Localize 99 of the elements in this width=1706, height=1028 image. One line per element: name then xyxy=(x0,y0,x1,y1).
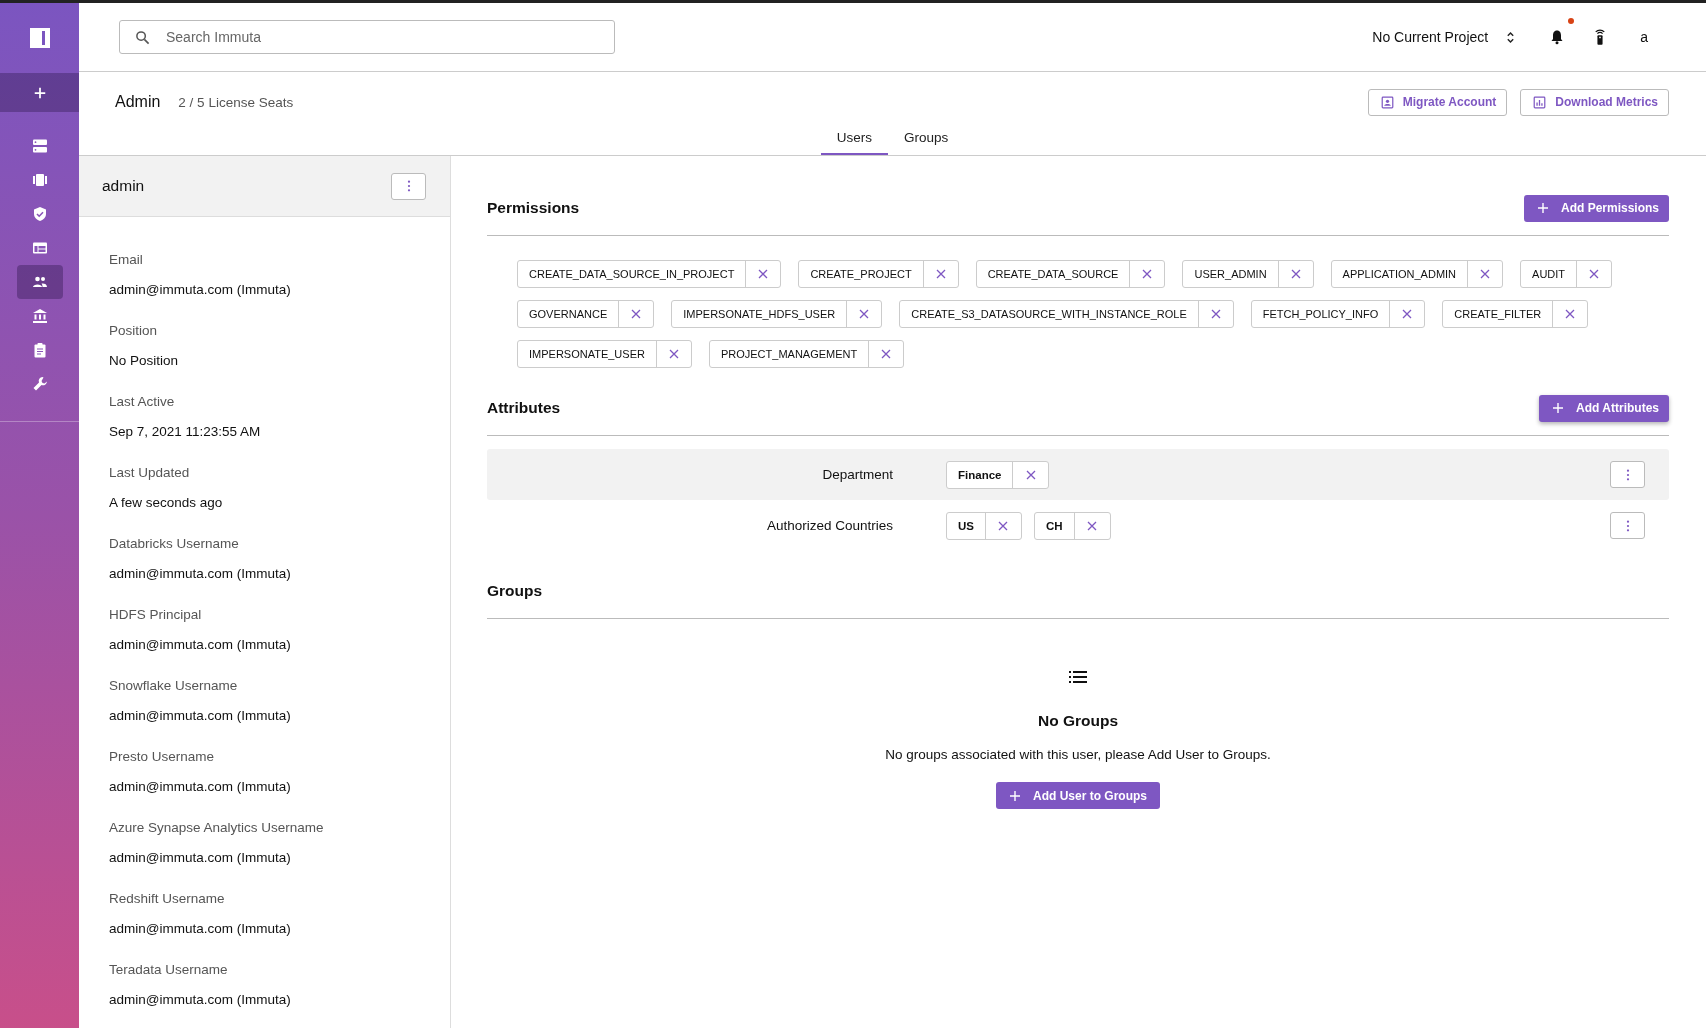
plus-icon xyxy=(1536,202,1549,214)
close-icon xyxy=(1025,469,1036,480)
tag-label: AUDIT xyxy=(1531,267,1567,282)
tag-label: CREATE_FILTER xyxy=(1453,307,1543,322)
user-name: admin xyxy=(102,177,145,195)
close-icon xyxy=(881,349,892,359)
plus-icon xyxy=(1009,789,1021,802)
add-icon[interactable] xyxy=(32,85,47,100)
tag-label: APPLICATION_ADMIN xyxy=(1341,267,1458,282)
field-label: Databricks Username xyxy=(109,536,240,552)
search-field[interactable]: Search Immuta xyxy=(119,20,615,54)
more-button[interactable] xyxy=(1610,512,1645,539)
more-button[interactable] xyxy=(1610,461,1645,488)
field-label: Redshift Username xyxy=(109,891,226,907)
empty-message: No groups associated with this user, please Add User to Groups. xyxy=(885,747,1271,762)
bank-icon xyxy=(31,308,48,324)
field-value: A few seconds ago xyxy=(109,495,224,511)
section-title: Attributes xyxy=(487,399,561,417)
close-icon xyxy=(1565,309,1576,319)
field-label: Azure Synapse Analytics Username xyxy=(109,820,325,836)
more-icon xyxy=(406,180,411,192)
more-icon xyxy=(1625,468,1630,481)
sort-icon xyxy=(1506,29,1516,45)
field-value: admin@immuta.com (Immuta) xyxy=(109,637,292,653)
add-permissions-button[interactable]: Add Permissions xyxy=(1523,194,1669,222)
page-title: Admin xyxy=(115,93,161,111)
close-icon xyxy=(668,349,679,359)
server-icon xyxy=(31,138,48,154)
close-icon xyxy=(935,269,946,279)
section-title: Permissions xyxy=(487,199,580,217)
close-icon xyxy=(758,269,769,279)
close-icon xyxy=(998,520,1009,531)
tag-label: IMPERSONATE_USER xyxy=(528,347,646,362)
account-box-icon xyxy=(1380,95,1394,109)
attribute-name: Authorized Countries xyxy=(765,518,893,533)
tag-label: Finance xyxy=(957,467,1003,483)
action-button[interactable]: Download Metrics xyxy=(1520,88,1669,116)
shield-check-icon xyxy=(31,206,48,222)
tag-label: GOVERNANCE xyxy=(528,307,609,322)
tag-label: CREATE_DATA_SOURCE_IN_PROJECT xyxy=(528,267,736,282)
tag-label: US xyxy=(957,518,975,534)
field-label: HDFS Principal xyxy=(109,607,203,623)
wrench-icon xyxy=(31,376,48,392)
attribute-name: Department xyxy=(821,467,893,482)
section-title: Groups xyxy=(487,582,543,600)
close-icon xyxy=(631,309,642,319)
plus-icon xyxy=(1552,402,1565,414)
add-attributes-button[interactable]: Add Attributes xyxy=(1539,394,1669,422)
empty-title: No Groups xyxy=(1037,712,1119,730)
field-label: Last Active xyxy=(109,394,176,410)
field-label: Teradata Username xyxy=(109,962,229,978)
tag-label: USER_ADMIN xyxy=(1193,267,1268,282)
close-icon xyxy=(1142,269,1153,279)
close-icon xyxy=(1210,309,1221,319)
tag-label: IMPERSONATE_HDFS_USER xyxy=(682,307,837,322)
tag-label: FETCH_POLICY_INFO xyxy=(1261,307,1380,322)
more-icon xyxy=(1625,519,1630,532)
tag-label: CREATE_PROJECT xyxy=(809,267,913,282)
tag-label: PROJECT_MANAGEMENT xyxy=(719,347,859,362)
tag-label: CH xyxy=(1045,518,1064,534)
close-icon xyxy=(1480,269,1491,279)
bar-chart-icon xyxy=(1533,95,1547,109)
more-button[interactable] xyxy=(391,172,426,200)
remote-icon[interactable] xyxy=(1594,28,1607,46)
add-user-to-groups-button[interactable]: Add User to Groups xyxy=(996,782,1160,809)
field-value: admin@immuta.com (Immuta) xyxy=(109,779,292,795)
tag-label: CREATE_DATA_SOURCE xyxy=(986,267,1120,282)
action-button[interactable]: Migrate Account xyxy=(1367,88,1508,116)
close-icon xyxy=(1087,520,1098,531)
search-icon xyxy=(135,30,150,45)
field-value: No Position xyxy=(109,353,180,369)
license-seats: 2 / 5 License Seats xyxy=(178,94,294,110)
nav-item[interactable] xyxy=(16,265,63,299)
field-value: admin@immuta.com (Immuta) xyxy=(109,282,292,298)
close-icon xyxy=(1290,269,1301,279)
field-label: Position xyxy=(109,323,159,339)
film-icon xyxy=(31,172,48,188)
field-value: Sep 7, 2021 11:23:55 AM xyxy=(109,424,262,440)
field-label: Snowflake Username xyxy=(109,678,239,694)
close-icon xyxy=(1402,309,1413,319)
people-icon xyxy=(31,274,48,290)
tab[interactable]: Groups xyxy=(888,124,965,155)
close-icon xyxy=(859,309,870,319)
list-icon xyxy=(1069,671,1087,683)
field-label: Presto Username xyxy=(109,749,216,765)
field-value: admin@immuta.com (Immuta) xyxy=(109,850,292,866)
close-icon xyxy=(1589,269,1600,279)
table-icon xyxy=(31,240,48,256)
project-selector[interactable]: No Current Project xyxy=(1372,29,1516,45)
field-value: admin@immuta.com (Immuta) xyxy=(109,708,292,724)
user-initial[interactable]: a xyxy=(1640,29,1648,45)
logo-icon[interactable] xyxy=(29,28,50,48)
tag-label: CREATE_S3_DATASOURCE_WITH_INSTANCE_ROLE xyxy=(910,307,1188,322)
field-label: Last Updated xyxy=(109,465,191,481)
field-value: admin@immuta.com (Immuta) xyxy=(109,921,292,937)
field-label: Email xyxy=(109,252,144,268)
tab[interactable]: Users xyxy=(820,124,888,155)
field-value: admin@immuta.com (Immuta) xyxy=(109,992,292,1008)
field-value: admin@immuta.com (Immuta) xyxy=(109,566,292,582)
